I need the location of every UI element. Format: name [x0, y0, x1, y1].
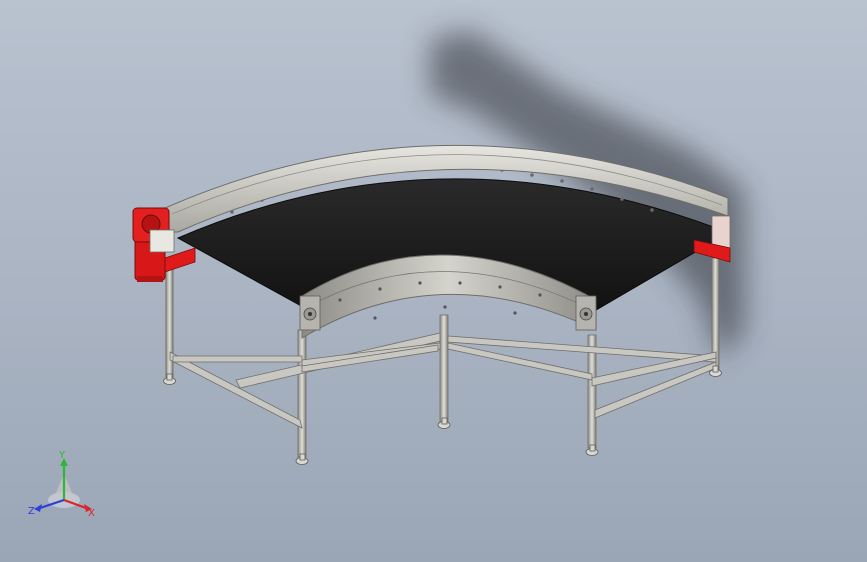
triad-x-label: X — [88, 508, 95, 519]
leg-center — [439, 314, 449, 424]
end-pulley-left — [299, 295, 321, 331]
end-pulley-right — [575, 295, 597, 331]
graphics-viewport[interactable]: Y X Z — [0, 0, 867, 562]
triad-y-label: Y — [58, 450, 66, 461]
leg-front-left — [297, 329, 307, 458]
triad-z-label: Z — [28, 506, 35, 517]
conveyor-model-view[interactable] — [0, 0, 867, 562]
triad-icon: Y X Z — [28, 450, 95, 519]
